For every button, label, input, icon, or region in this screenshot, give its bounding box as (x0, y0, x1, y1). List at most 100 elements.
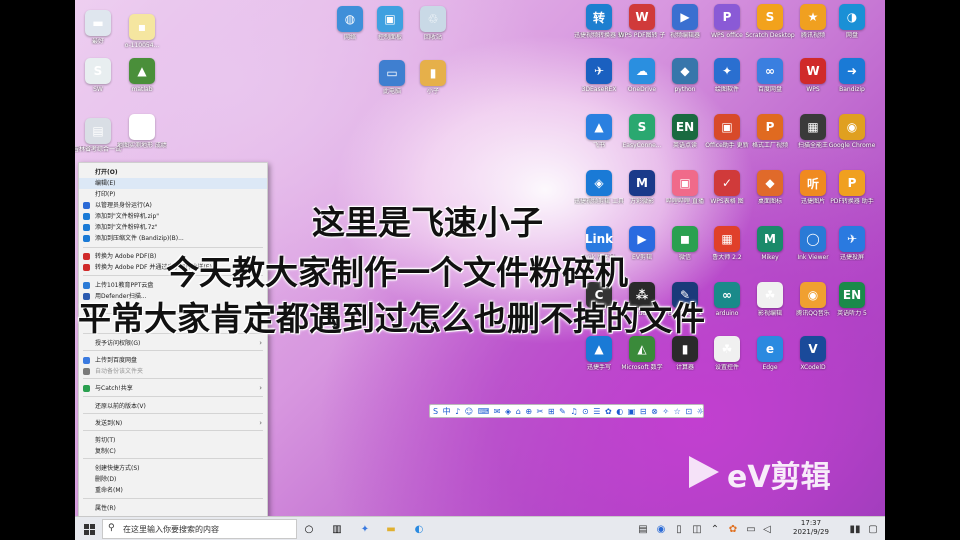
app-icon: ▦ (714, 226, 740, 252)
desktop-icon-right-41[interactable]: EN 英语听力 5 (827, 282, 877, 317)
desktop-icon-mid-2[interactable]: ♲ 回收站 (408, 6, 458, 41)
desktop-icon-left-2[interactable]: S SW (75, 58, 123, 93)
app-glyph: ◑ (846, 10, 858, 24)
task-view-icon[interactable]: ▥ (329, 521, 345, 537)
context-menu-item[interactable]: 自动备份该文件夹 (79, 366, 267, 377)
app-icon: P (839, 170, 865, 196)
tray-app-icon-6[interactable]: ✿ (725, 521, 741, 537)
context-menu-item[interactable]: 属性(R) (79, 503, 267, 514)
app-icon: ☘ (757, 282, 783, 308)
desktop-icon-left-3[interactable]: ▲ matlab (117, 58, 167, 93)
ime-toolbar[interactable]: S 中 ♪ ☺ ⌨ ✉ ◈ ⌂ ⊕ ✂ ⊞ ✎ ♫ ⊙ ☰ ✿ ◐ ▣ ⊟ ⊗ … (429, 404, 704, 418)
app-icon: ▮ (420, 60, 446, 86)
context-menu-item-label: 转换为 Adobe PDF(B) (95, 253, 157, 260)
tray-app-icon-1[interactable]: ▤ (635, 521, 651, 537)
menu-separator (83, 378, 263, 379)
start-button[interactable] (81, 521, 97, 537)
desktop-icon-right-6[interactable]: ◑ 网盘 (827, 4, 877, 39)
app-icon: ◼ (672, 226, 698, 252)
app-glyph: V (808, 342, 818, 356)
app-glyph: ▦ (136, 120, 148, 134)
tray-app-icon-3[interactable]: ▯ (671, 521, 687, 537)
context-menu-item-label: 以管理员身份运行(A) (95, 202, 152, 209)
app-glyph: 听 (806, 176, 819, 191)
context-menu-item[interactable]: 添加到"文件粉碎机.7z" (79, 222, 267, 233)
app-icon: ▭ (379, 60, 405, 86)
desktop-icon-right-13[interactable]: ➜ Bandizip (827, 58, 877, 93)
action-center-icon[interactable]: ▢ (865, 521, 881, 537)
menu-item-icon (83, 282, 90, 289)
app-icon: ▬ (85, 10, 111, 36)
app-glyph: ∞ (765, 64, 775, 78)
desktop-icon-left-5[interactable]: ▦ 地图实测地形 成绩.jpg (117, 114, 167, 149)
app-glyph: ▭ (386, 66, 398, 80)
context-menu-item[interactable]: 打开(O) (79, 167, 267, 178)
app-icon: ◈ (586, 170, 612, 196)
context-menu-item[interactable]: 上传到百度网盘 (79, 355, 267, 366)
app-icon: ☁ (629, 58, 655, 84)
menu-separator (83, 350, 263, 351)
context-menu-item-label: 复制(C) (95, 448, 116, 455)
app-glyph: P (847, 176, 857, 190)
ime-toolbar-glyphs[interactable]: S 中 ♪ ☺ ⌨ ✉ ◈ ⌂ ⊕ ✂ ⊞ ✎ ♫ ⊙ ☰ ✿ ◐ ▣ ⊟ ⊗ … (433, 406, 705, 417)
desktop-icon-left-4[interactable]: ▤ 吉林省考综合一试 考证 (75, 118, 123, 153)
context-menu-item[interactable]: 创建快捷方式(S) (79, 463, 267, 474)
app-glyph: ♲ (427, 12, 439, 26)
tray-app-icon-5[interactable]: ⌃ (707, 521, 723, 537)
context-menu-item[interactable]: 打印(P) (79, 189, 267, 200)
desktop-icon-label: Google Chrome (828, 142, 876, 149)
app-glyph: P (722, 10, 732, 24)
context-menu-item[interactable]: 与Catch!共享 › (79, 383, 267, 394)
cortana-icon[interactable]: ○ (301, 521, 317, 537)
context-menu-item-label: 发送到(N) (95, 420, 123, 427)
tray-app-icon-4[interactable]: ◫ (689, 521, 705, 537)
app-glyph: ▮ (429, 66, 437, 80)
taskbar-app-icon-1[interactable]: ✦ (357, 521, 373, 537)
app-glyph: ▶ (680, 10, 690, 24)
app-icon: ◉ (800, 282, 826, 308)
app-glyph: W (635, 10, 649, 24)
context-menu-item[interactable]: 重命名(M) (79, 485, 267, 496)
desktop-icon-right-20[interactable]: ◉ Google Chrome (827, 114, 877, 149)
context-menu-item[interactable]: 还原以前的版本(V) (79, 401, 267, 412)
desktop-icon-label: 网盘 (845, 32, 858, 39)
app-icon: M (757, 226, 783, 252)
context-menu-item[interactable]: 编辑(E) (79, 178, 267, 189)
file-explorer-icon[interactable]: ▬ (383, 521, 399, 537)
desktop-icon-right-47[interactable]: V XCodelD (788, 336, 838, 371)
desktop-icon-label: o-110054... (124, 42, 160, 49)
context-menu-item-label: 属性(R) (95, 505, 116, 512)
context-menu-item[interactable]: 剪切(T) (79, 435, 267, 446)
context-menu-item[interactable]: 删除(D) (79, 474, 267, 485)
app-icon: e (757, 336, 783, 362)
app-glyph: ✈ (593, 64, 605, 78)
context-menu-item[interactable]: 发送到(N) › (79, 418, 267, 429)
menu-item-icon (83, 235, 90, 242)
tray-app-icon-2[interactable]: ◉ (653, 521, 669, 537)
context-menu-item[interactable]: 添加到"文件粉碎机.zip" (79, 211, 267, 222)
edge-icon[interactable]: ◐ (411, 521, 427, 537)
app-glyph: ▦ (721, 232, 733, 246)
app-glyph: ☁ (636, 64, 648, 78)
ev-logo-icon (689, 456, 719, 488)
app-glyph: ▶ (637, 232, 647, 246)
taskbar-search-box[interactable]: ⚲ 在这里输入你要搜索的内容 (102, 519, 297, 539)
desktop-icon-right-27[interactable]: P PDF转换器 助手 (827, 170, 877, 205)
volume-icon[interactable]: ◁ (759, 521, 775, 537)
desktop-icon-mid-4[interactable]: ▮ 小子 (408, 60, 458, 95)
app-icon: W (629, 4, 655, 30)
context-menu-item[interactable]: 以管理员身份运行(A) (79, 200, 267, 211)
desktop-icon-left-1[interactable]: ▪ o-110054... (117, 14, 167, 49)
clock-date: 2021/9/29 (793, 528, 829, 536)
menu-item-icon (83, 385, 90, 392)
notification-icon[interactable]: ▮▮ (847, 521, 863, 537)
app-glyph: ▣ (721, 120, 733, 134)
context-menu-item[interactable]: 添加到压缩文件 (Bandizip)(B)... (79, 233, 267, 244)
app-icon: ▤ (85, 118, 111, 144)
clock[interactable]: 17:37 2021/9/29 (783, 519, 839, 537)
desktop-icon-right-34[interactable]: ✈ 迅捷投屏 (827, 226, 877, 261)
app-glyph: ▲ (137, 64, 147, 78)
desktop-icon-left-0[interactable]: ▬ 最好 (75, 10, 123, 45)
network-icon[interactable]: ▭ (743, 521, 759, 537)
context-menu-item[interactable]: 复制(C) (79, 446, 267, 457)
